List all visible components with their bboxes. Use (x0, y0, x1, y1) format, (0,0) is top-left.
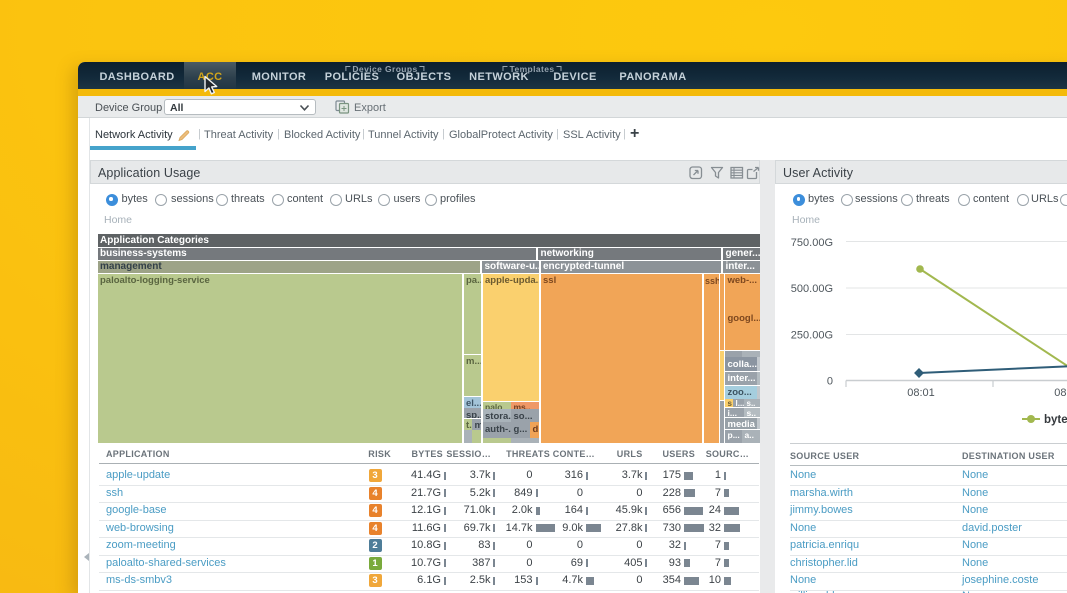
svg-text:0: 0 (827, 376, 833, 388)
svg-text:750.00G: 750.00G (791, 237, 833, 249)
svg-text:250.00G: 250.00G (791, 330, 833, 342)
svg-text:500.00G: 500.00G (791, 283, 833, 295)
svg-text:08:01: 08:01 (907, 387, 935, 399)
svg-text:bytes: bytes (1044, 414, 1067, 426)
svg-text:08:16: 08:16 (1054, 387, 1067, 399)
